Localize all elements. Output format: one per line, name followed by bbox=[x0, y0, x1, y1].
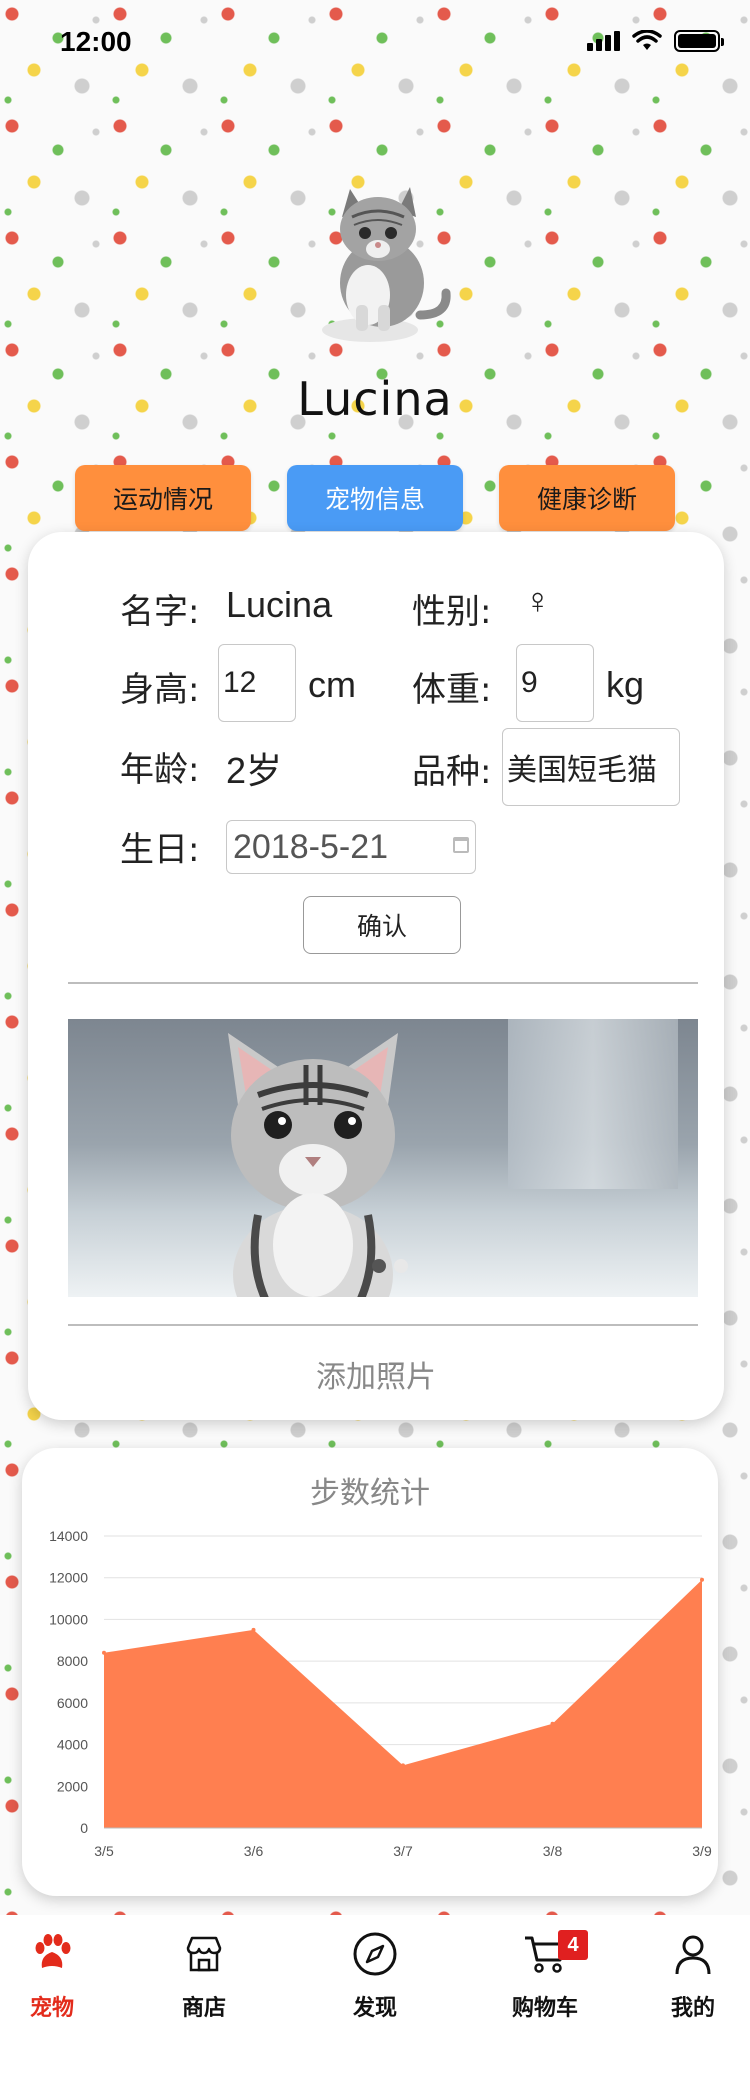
breed-input[interactable]: 美国短毛猫 bbox=[502, 728, 680, 806]
status-icons bbox=[587, 30, 724, 52]
step-chart: 0 2000 4000 6000 8000 10000 12000 14000 3/5 3/6 3/… bbox=[49, 1528, 712, 1859]
add-photo-button[interactable]: 添加照片 bbox=[28, 1352, 724, 1396]
nav-label: 我的 bbox=[670, 1996, 715, 2021]
nav-label: 购物车 bbox=[511, 1996, 578, 2021]
age-value: 2岁 bbox=[226, 750, 283, 791]
status-time: 12:00 bbox=[60, 26, 132, 57]
photo-carousel[interactable] bbox=[68, 1019, 698, 1297]
nav-store[interactable]: 商店 bbox=[149, 1930, 259, 2040]
pet-avatar[interactable] bbox=[270, 165, 470, 355]
divider bbox=[68, 1324, 698, 1326]
status-bar: 12:00 bbox=[0, 0, 750, 88]
gender-label: 性别: bbox=[412, 592, 492, 632]
y-tick-label: 8000 bbox=[57, 1653, 88, 1669]
name-label: 名字: bbox=[120, 592, 200, 632]
data-point bbox=[700, 1577, 704, 1582]
paw-icon bbox=[28, 1930, 76, 1978]
x-tick-label: 3/9 bbox=[692, 1843, 712, 1859]
cart-badge: 4 bbox=[558, 1930, 588, 1960]
carousel-dot-active[interactable] bbox=[394, 1259, 408, 1273]
nav-pet[interactable]: 宠物 bbox=[0, 1930, 107, 2040]
bottom-nav: 宠物 商店 发现 4 购物车 我的 bbox=[0, 1915, 750, 2100]
height-label: 身高: bbox=[120, 670, 200, 710]
step-area-series bbox=[104, 1579, 702, 1828]
x-tick-label: 3/7 bbox=[393, 1843, 413, 1859]
x-tick-label: 3/8 bbox=[543, 1843, 563, 1859]
y-tick-label: 4000 bbox=[57, 1737, 88, 1753]
nav-discover[interactable]: 发现 bbox=[320, 1930, 430, 2040]
confirm-button[interactable]: 确认 bbox=[303, 896, 461, 954]
pet-name: Lucina bbox=[297, 372, 453, 426]
height-unit: cm bbox=[308, 664, 356, 705]
tab-bar: 运动情况 宠物信息 健康诊断 bbox=[75, 465, 675, 531]
y-tick-label: 6000 bbox=[57, 1695, 88, 1711]
photo-background bbox=[508, 1019, 678, 1189]
kitten-photo bbox=[228, 1033, 398, 1297]
x-tick-label: 3/5 bbox=[94, 1843, 114, 1859]
y-tick-label: 12000 bbox=[49, 1570, 88, 1586]
step-chart-card: 步数统计 0 2000 4000 6000 8000 10000 12000 14000 3/5… bbox=[22, 1448, 718, 1896]
tab-health[interactable]: 健康诊断 bbox=[499, 465, 675, 531]
signal-icon bbox=[587, 31, 620, 51]
calendar-icon[interactable] bbox=[453, 837, 469, 853]
data-point bbox=[251, 1627, 256, 1632]
x-tick-label: 3/6 bbox=[244, 1843, 264, 1859]
nav-cart[interactable]: 4 购物车 bbox=[490, 1930, 600, 2040]
birthday-input[interactable]: 2018-5-21 bbox=[226, 820, 476, 874]
name-value: Lucina bbox=[226, 584, 333, 625]
weight-label: 体重: bbox=[412, 670, 492, 710]
carousel-dot[interactable] bbox=[372, 1259, 386, 1273]
wifi-icon bbox=[632, 30, 662, 50]
nav-label: 发现 bbox=[352, 1996, 397, 2021]
birthday-value: 2018-5-21 bbox=[233, 827, 389, 866]
user-icon bbox=[669, 1930, 717, 1978]
battery-icon bbox=[674, 30, 724, 52]
data-point bbox=[102, 1650, 106, 1655]
age-label: 年龄: bbox=[120, 750, 200, 790]
data-point bbox=[550, 1721, 555, 1726]
data-point bbox=[401, 1763, 405, 1768]
divider bbox=[68, 982, 698, 984]
y-tick-label: 14000 bbox=[49, 1528, 88, 1544]
gender-value: ♀ bbox=[524, 580, 551, 621]
nav-label: 商店 bbox=[181, 1996, 226, 2021]
breed-label: 品种: bbox=[412, 752, 492, 792]
tab-pet-info[interactable]: 宠物信息 bbox=[287, 465, 463, 531]
tab-activity[interactable]: 运动情况 bbox=[75, 465, 251, 531]
nav-label: 宠物 bbox=[29, 1996, 74, 2021]
birthday-label: 生日: bbox=[120, 830, 200, 870]
store-icon bbox=[180, 1930, 228, 1978]
compass-icon bbox=[351, 1930, 399, 1978]
weight-unit: kg bbox=[606, 664, 645, 705]
weight-input[interactable]: 9 bbox=[516, 644, 594, 722]
pet-info-card: 名字: Lucina 性别: ♀ 身高: 12 cm 体重: 9 kg 年龄: … bbox=[28, 532, 724, 1420]
y-tick-label: 2000 bbox=[57, 1778, 88, 1794]
nav-profile[interactable]: 我的 bbox=[638, 1930, 748, 2040]
height-input[interactable]: 12 bbox=[218, 644, 296, 722]
y-tick-label: 10000 bbox=[49, 1611, 88, 1627]
y-tick-label: 0 bbox=[80, 1820, 88, 1836]
